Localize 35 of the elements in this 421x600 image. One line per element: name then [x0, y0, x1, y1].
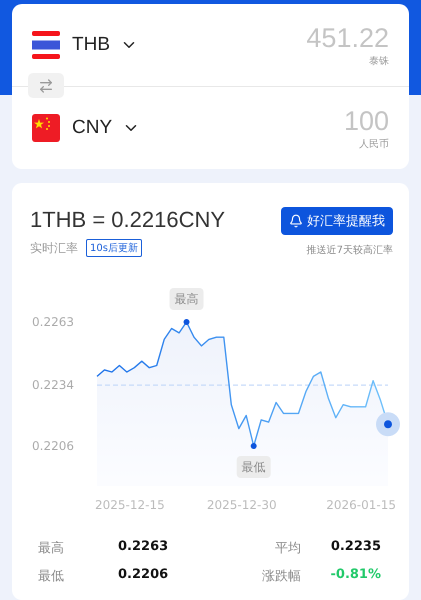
- stat-value: 0.2263: [118, 539, 170, 556]
- stat-value: -0.81%: [330, 567, 381, 584]
- currency-selector[interactable]: CNY: [72, 117, 140, 139]
- annotation-label: 最低: [242, 460, 266, 474]
- alert-hint: 推送近7天较高汇率: [306, 244, 393, 257]
- amount-field[interactable]: 100: [269, 106, 389, 136]
- stat-value: 0.2235: [330, 539, 381, 556]
- marker-dot: [184, 319, 190, 325]
- alert-button[interactable]: 好汇率提醒我: [281, 207, 393, 235]
- marker-dot: [250, 443, 257, 449]
- stat-label: 平均: [274, 540, 301, 557]
- axis-label: 0.2234: [32, 378, 74, 392]
- currency-name: 泰铢: [369, 54, 389, 68]
- axis-label: 0.2263: [32, 315, 74, 329]
- swap-icon: [38, 78, 54, 94]
- stat-label: 涨跌幅: [261, 568, 301, 585]
- rate-label: 实时汇率: [30, 240, 78, 256]
- axis-label: 0.2206: [32, 439, 74, 453]
- axis-label: 2025-12-15: [94, 498, 165, 512]
- amount-field[interactable]: 451.22: [269, 22, 389, 54]
- stat-label: 最高: [38, 540, 65, 557]
- stat-value: 0.2206: [118, 567, 170, 584]
- swap-button[interactable]: [28, 73, 64, 98]
- currency-selector[interactable]: THB: [72, 34, 138, 56]
- rate-title: 1THB = 0.2216CNY: [30, 207, 226, 232]
- flag-icon: [32, 31, 60, 59]
- current-point-marker: [376, 412, 400, 436]
- bell-icon: [289, 214, 303, 228]
- annotation-label: 最高: [174, 292, 199, 306]
- axis-label: 2026-01-15: [326, 498, 396, 512]
- refresh-badge: 10s后更新: [86, 239, 142, 257]
- stat-label: 最低: [38, 568, 65, 585]
- axis-label: 2025-12-30: [206, 498, 277, 512]
- currency-name: 人民币: [359, 138, 389, 150]
- flag-icon: [32, 114, 60, 142]
